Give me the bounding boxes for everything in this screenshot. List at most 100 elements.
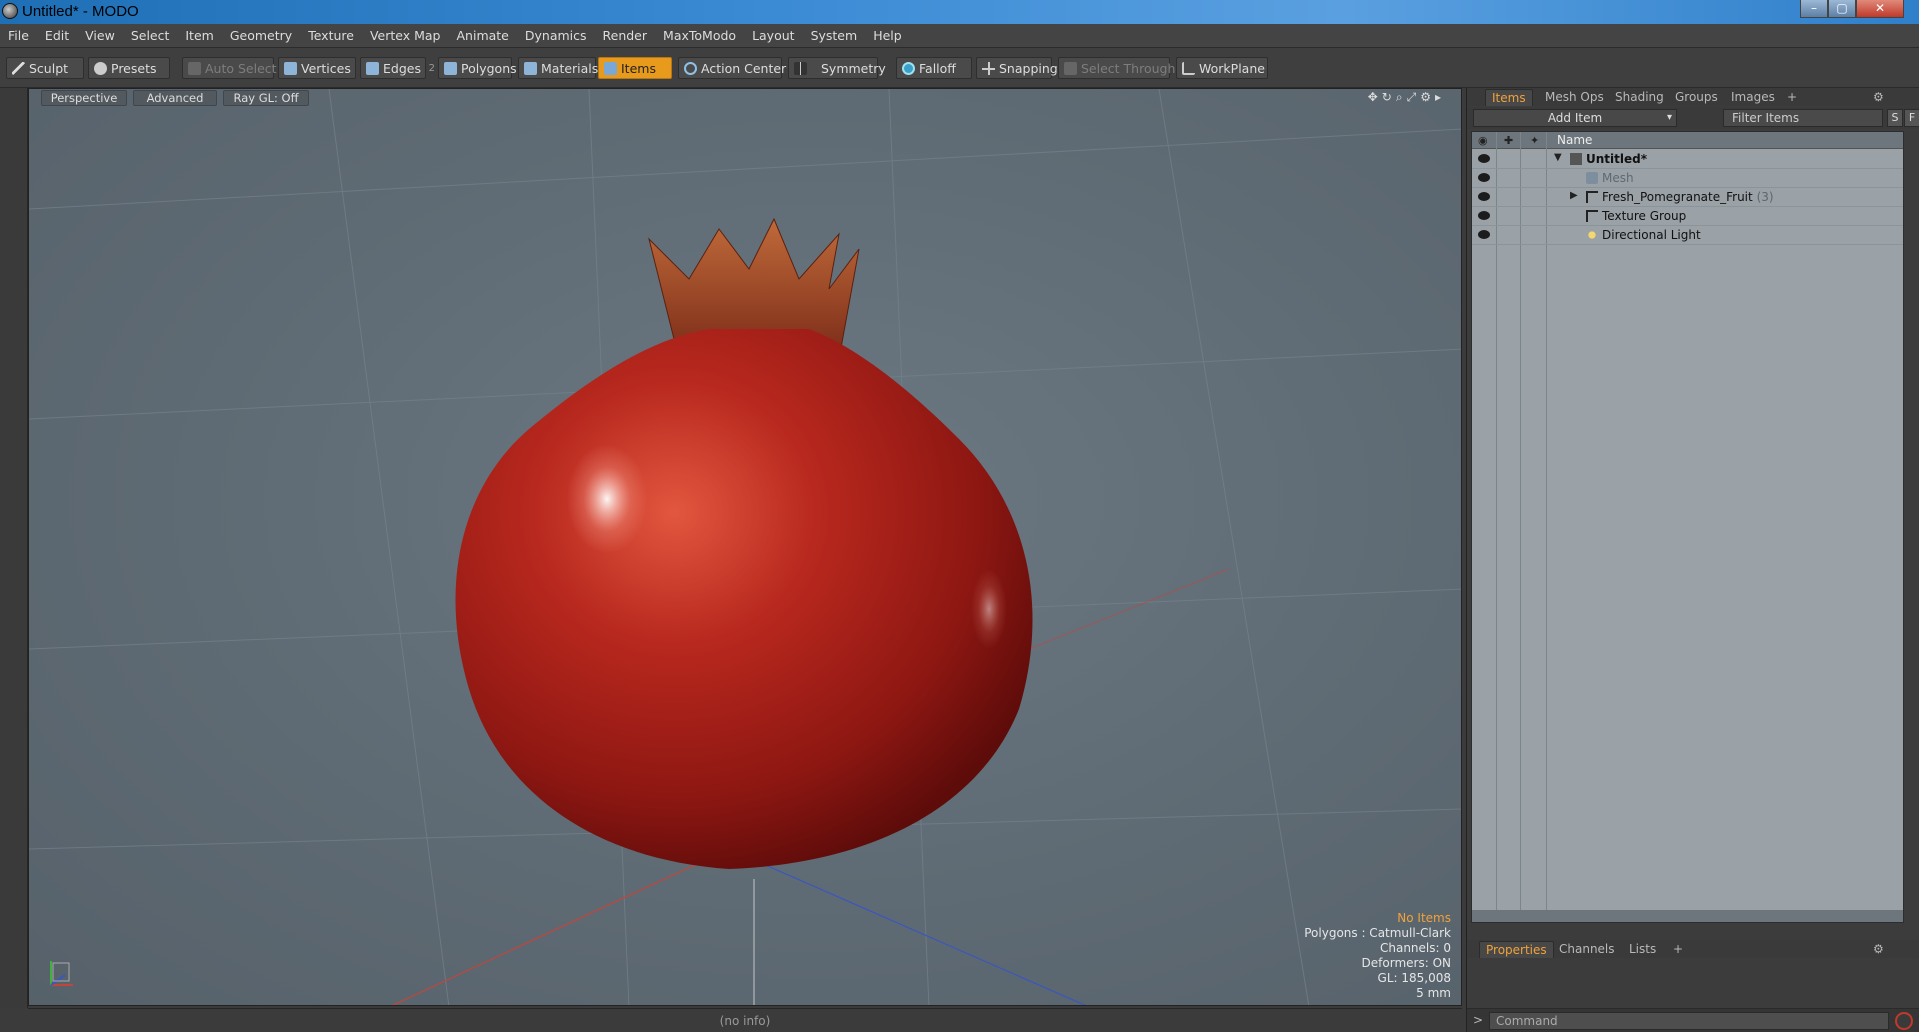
lock-column-icon[interactable]: ✚ [1504, 134, 1513, 147]
snapping-icon [982, 62, 995, 75]
left-tool-gutter [0, 88, 28, 1008]
falloff-button[interactable]: Falloff [896, 57, 972, 79]
items-button[interactable]: Items [598, 57, 672, 79]
menu-geometry[interactable]: Geometry [222, 24, 300, 48]
command-bar: > Command [1467, 1008, 1919, 1032]
menu-dynamics[interactable]: Dynamics [517, 24, 595, 48]
menu-select[interactable]: Select [123, 24, 178, 48]
add-tab-icon[interactable]: + [1667, 941, 1689, 958]
expand-arrow-icon[interactable]: ▼ [1554, 152, 1562, 163]
symmetry-button[interactable]: Symmetry [788, 57, 886, 79]
menu-system[interactable]: System [803, 24, 866, 48]
menu-layout[interactable]: Layout [744, 24, 803, 48]
specular-highlight [567, 444, 647, 554]
light-icon [1586, 229, 1598, 241]
items-panel: Items Mesh Ops Shading Groups Images + ⚙… [1466, 88, 1919, 1032]
polygons-button[interactable]: Polygons [438, 57, 517, 79]
panel-options-icon[interactable]: ⚙ [1867, 89, 1890, 106]
filter-items-input[interactable]: Filter Items [1723, 109, 1883, 127]
edges-button[interactable]: Edges 2 [360, 57, 435, 79]
viewport-nav-icons[interactable]: ✥↻⌕⤢⚙▸ [1368, 90, 1445, 105]
group-icon [1586, 210, 1598, 222]
tab-mesh-ops[interactable]: Mesh Ops [1539, 89, 1610, 106]
add-item-dropdown[interactable]: Add Item ▾ [1473, 109, 1677, 127]
viewport-menu-icon[interactable]: ▸ [1435, 90, 1445, 104]
pomegranate-model[interactable] [29, 89, 1462, 1006]
eye-icon[interactable] [1478, 173, 1490, 182]
eye-icon[interactable] [1478, 211, 1490, 220]
eye-icon[interactable] [1478, 192, 1490, 201]
name-column-header[interactable]: Name [1557, 133, 1592, 147]
s-toggle-button[interactable]: S [1887, 109, 1903, 127]
tree-scrollbar[interactable] [1472, 910, 1903, 922]
viewport-header: Perspective Advanced Ray GL: Off ✥↻⌕⤢⚙▸ [29, 89, 1461, 107]
presets-button[interactable]: Presets [88, 57, 170, 79]
tab-groups[interactable]: Groups [1669, 89, 1724, 106]
tab-images[interactable]: Images [1725, 89, 1781, 106]
menu-vertex-map[interactable]: Vertex Map [362, 24, 449, 48]
vertices-button[interactable]: Vertices [278, 57, 356, 79]
menu-maxtomodo[interactable]: MaxToModo [655, 24, 744, 48]
tab-lists[interactable]: Lists [1623, 941, 1662, 958]
deformers-info: Deformers: ON [1361, 956, 1451, 970]
fit-icon[interactable]: ⤢ [1407, 90, 1421, 104]
select-through-button[interactable]: Select Through [1058, 57, 1175, 79]
tab-items[interactable]: Items [1485, 89, 1533, 106]
advanced-tab[interactable]: Advanced [133, 90, 217, 106]
perspective-tab[interactable]: Perspective [41, 90, 127, 106]
menu-edit[interactable]: Edit [37, 24, 77, 48]
action-center-button[interactable]: Action Center [678, 57, 786, 79]
tree-row-directional-light[interactable]: Directional Light [1472, 226, 1903, 245]
menu-texture[interactable]: Texture [300, 24, 362, 48]
3d-viewport[interactable]: Perspective Advanced Ray GL: Off ✥↻⌕⤢⚙▸ … [28, 88, 1462, 1006]
eye-icon[interactable] [1478, 154, 1490, 163]
close-button[interactable]: ✕ [1856, 0, 1904, 18]
auto-select-button[interactable]: Auto Select [182, 57, 277, 79]
tab-channels[interactable]: Channels [1553, 941, 1621, 958]
eye-icon[interactable] [1478, 230, 1490, 239]
pan-icon[interactable]: ✥ [1368, 90, 1382, 104]
visibility-column-icon[interactable]: ◉ [1478, 134, 1488, 147]
tree-row-mesh[interactable]: Mesh [1472, 169, 1903, 188]
axis-gizmo-icon [50, 961, 73, 986]
ray-gl-tab[interactable]: Ray GL: Off [223, 90, 309, 106]
status-bar: (no info) [28, 1008, 1462, 1032]
vertices-icon [284, 62, 297, 75]
command-input[interactable]: Command [1489, 1012, 1889, 1030]
record-macro-icon[interactable] [1895, 1012, 1913, 1030]
viewport-settings-icon[interactable]: ⚙ [1420, 90, 1435, 104]
workplane-button[interactable]: WorkPlane [1176, 57, 1268, 79]
tree-row-scene[interactable]: ▼ Untitled* [1472, 150, 1903, 169]
tree-row-texture-group[interactable]: Texture Group [1472, 207, 1903, 226]
menu-render[interactable]: Render [595, 24, 656, 48]
rotate-icon[interactable]: ↻ [1382, 90, 1396, 104]
zoom-icon[interactable]: ⌕ [1396, 90, 1407, 104]
panel-options-icon[interactable]: ⚙ [1867, 941, 1890, 958]
scene-icon [1570, 153, 1582, 165]
render-column-icon[interactable]: ✦ [1530, 134, 1539, 147]
polygons-icon [444, 62, 457, 75]
gl-info: GL: 185,008 [1377, 971, 1451, 985]
materials-icon [524, 62, 537, 75]
snapping-button[interactable]: Snapping [976, 57, 1058, 79]
menu-item[interactable]: Item [177, 24, 221, 48]
menu-view[interactable]: View [77, 24, 123, 48]
selection-info: No Items [1397, 911, 1451, 925]
expand-arrow-icon[interactable]: ▶ [1570, 190, 1578, 201]
menu-animate[interactable]: Animate [449, 24, 517, 48]
main-toolbar: Sculpt Presets Auto Select Vertices Edge… [0, 48, 1919, 88]
menu-file[interactable]: File [0, 24, 37, 48]
select-through-icon [1064, 62, 1077, 75]
f-toggle-button[interactable]: F [1904, 109, 1919, 127]
tab-shading[interactable]: Shading [1609, 89, 1670, 106]
minimize-button[interactable]: – [1800, 0, 1828, 18]
maximize-button[interactable]: ▢ [1828, 0, 1856, 18]
item-tree: ◉ ✚ ✦ Name ▼ Untitled* Mesh ▶ Fresh_Pome… [1471, 131, 1904, 923]
menu-help[interactable]: Help [865, 24, 910, 48]
add-tab-icon[interactable]: + [1781, 89, 1803, 106]
materials-button[interactable]: Materials [518, 57, 598, 79]
title-bar: Untitled* - MODO – ▢ ✕ [0, 0, 1919, 24]
sculpt-button[interactable]: Sculpt [6, 57, 84, 79]
tree-row-pomegranate[interactable]: ▶ Fresh_Pomegranate_Fruit (3) [1472, 188, 1903, 207]
tab-properties[interactable]: Properties [1479, 941, 1554, 958]
